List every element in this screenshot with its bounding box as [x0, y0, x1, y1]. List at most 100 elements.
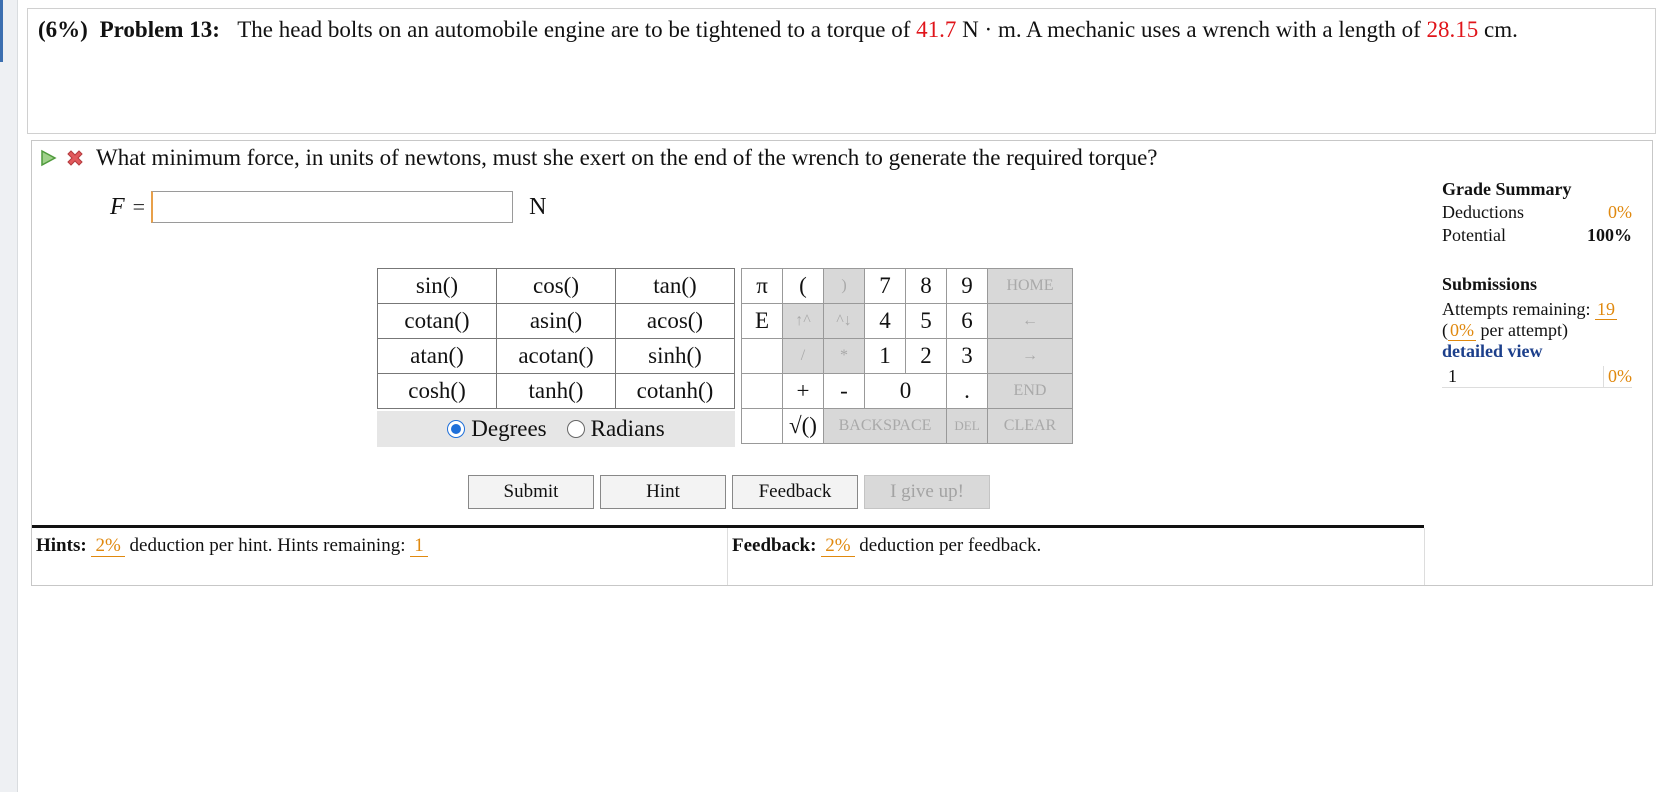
key-7[interactable]: 7: [864, 268, 906, 304]
key-3[interactable]: 3: [946, 338, 988, 374]
hints-info: Hints: 2% deduction per hint. Hints rema…: [36, 535, 428, 557]
torque-value: 41.7: [916, 17, 957, 42]
key-up[interactable]: ↑^: [782, 303, 824, 339]
key-9[interactable]: 9: [946, 268, 988, 304]
key-star[interactable]: *: [823, 338, 865, 374]
radians-option[interactable]: Radians: [566, 416, 665, 442]
submit-button[interactable]: Submit: [468, 475, 594, 509]
key-0[interactable]: 0: [864, 373, 947, 409]
func-asin[interactable]: asin(): [496, 303, 616, 339]
key-2[interactable]: 2: [905, 338, 947, 374]
key-backspace[interactable]: BACKSPACE: [823, 408, 947, 444]
problem-text-3: cm.: [1484, 17, 1518, 42]
key-left[interactable]: ←: [987, 303, 1073, 339]
key-6[interactable]: 6: [946, 303, 988, 339]
submissions-title: Submissions: [1442, 274, 1538, 294]
key-del[interactable]: DEL: [946, 408, 988, 444]
feedback-desc: deduction per feedback.: [859, 535, 1042, 556]
angle-mode-row: Degrees Radians: [377, 411, 735, 447]
key-down[interactable]: ^↓: [823, 303, 865, 339]
question-row: What minimum force, in units of newtons,…: [38, 145, 1158, 171]
hints-remaining[interactable]: 1: [410, 535, 428, 557]
submission-row: 1 0%: [1442, 366, 1632, 388]
play-icon[interactable]: [38, 148, 58, 168]
potential-value: 100%: [1587, 225, 1632, 245]
hints-label: Hints:: [36, 535, 87, 556]
feedback-label: Feedback:: [732, 535, 817, 556]
problem-statement: (6%) Problem 13: The head bolts on an au…: [38, 17, 1518, 43]
gutter-marker: [0, 0, 3, 62]
feedback-button[interactable]: Feedback: [732, 475, 858, 509]
key-right[interactable]: →: [987, 338, 1073, 374]
submission-value: 0%: [1603, 366, 1632, 387]
key-e[interactable]: E: [741, 303, 783, 339]
answer-equals: =: [132, 194, 146, 219]
question-text: What minimum force, in units of newtons,…: [96, 145, 1158, 170]
per-attempt-text: per attempt): [1480, 320, 1568, 340]
key-blank-2: [741, 373, 783, 409]
func-tan[interactable]: tan(): [615, 268, 735, 304]
func-cos[interactable]: cos(): [496, 268, 616, 304]
key-sqrt[interactable]: √(): [782, 408, 824, 444]
problem-text-1: The head bolts on an automobile engine a…: [237, 17, 911, 42]
deductions-label: Deductions: [1442, 202, 1524, 222]
per-attempt-row: (0% per attempt): [1442, 320, 1632, 341]
potential-row: Potential 100%: [1442, 225, 1632, 246]
degrees-radio[interactable]: [447, 420, 466, 438]
deductions-row: Deductions 0%: [1442, 202, 1632, 223]
func-tanh[interactable]: tanh(): [496, 373, 616, 409]
key-blank-3: [741, 408, 783, 444]
key-8[interactable]: 8: [905, 268, 947, 304]
submission-number: 1: [1448, 366, 1457, 386]
length-value: 28.15: [1426, 17, 1479, 42]
attempts-row: Attempts remaining: 19: [1442, 299, 1632, 320]
func-acos[interactable]: acos(): [615, 303, 735, 339]
answer-unit: N: [529, 193, 547, 220]
per-attempt-value[interactable]: 0%: [1448, 320, 1476, 341]
hints-desc: deduction per hint. Hints remaining:: [129, 535, 406, 556]
func-sin[interactable]: sin(): [377, 268, 497, 304]
key-4[interactable]: 4: [864, 303, 906, 339]
attempts-value[interactable]: 19: [1594, 299, 1617, 320]
key-rparen[interactable]: ): [823, 268, 865, 304]
func-atan[interactable]: atan(): [377, 338, 497, 374]
incorrect-icon: [67, 150, 83, 166]
grade-summary-title: Grade Summary: [1442, 179, 1572, 199]
key-slash[interactable]: /: [782, 338, 824, 374]
answer-row: F = N: [110, 191, 546, 223]
func-acotan[interactable]: acotan(): [496, 338, 616, 374]
hints-pct[interactable]: 2%: [91, 535, 125, 557]
radians-radio[interactable]: [566, 420, 585, 438]
key-1[interactable]: 1: [864, 338, 906, 374]
part-box: What minimum force, in units of newtons,…: [31, 140, 1653, 586]
degrees-option[interactable]: Degrees: [447, 416, 547, 442]
problem-text-2: N · m. A mechanic uses a wrench with a l…: [962, 17, 1421, 42]
key-lparen[interactable]: (: [782, 268, 824, 304]
problem-label: Problem 13:: [99, 17, 220, 42]
problem-weight: (6%): [38, 17, 88, 42]
func-cosh[interactable]: cosh(): [377, 373, 497, 409]
func-cotan[interactable]: cotan(): [377, 303, 497, 339]
key-5[interactable]: 5: [905, 303, 947, 339]
feedback-pct[interactable]: 2%: [821, 535, 855, 557]
grade-summary: Grade Summary Deductions 0% Potential 10…: [1442, 179, 1632, 388]
answer-input[interactable]: [151, 191, 514, 223]
key-pi[interactable]: π: [741, 268, 783, 304]
key-clear[interactable]: CLEAR: [987, 408, 1073, 444]
key-dot[interactable]: .: [946, 373, 988, 409]
key-end[interactable]: END: [987, 373, 1073, 409]
attempts-label: Attempts remaining:: [1442, 299, 1591, 319]
key-plus[interactable]: +: [782, 373, 824, 409]
detailed-view-link[interactable]: detailed view: [1442, 341, 1632, 362]
hint-button[interactable]: Hint: [600, 475, 726, 509]
deductions-value: 0%: [1608, 202, 1632, 222]
give-up-button[interactable]: I give up!: [864, 475, 990, 509]
right-divider: [1424, 528, 1425, 585]
func-cotanh[interactable]: cotanh(): [615, 373, 735, 409]
func-sinh[interactable]: sinh(): [615, 338, 735, 374]
left-gutter: [0, 0, 18, 792]
key-minus[interactable]: -: [823, 373, 865, 409]
radians-label: Radians: [590, 416, 665, 441]
key-home[interactable]: HOME: [987, 268, 1073, 304]
potential-label: Potential: [1442, 225, 1506, 245]
